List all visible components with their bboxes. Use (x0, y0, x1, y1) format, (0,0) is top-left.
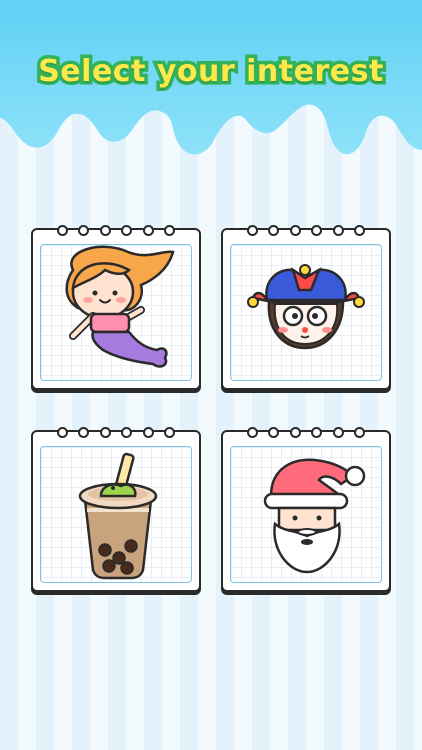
bubble-tea-icon (78, 452, 158, 580)
interest-card-santa[interactable] (221, 427, 391, 592)
jester-icon (247, 264, 365, 350)
header-drip (0, 0, 422, 155)
interest-card-jester[interactable] (221, 225, 391, 390)
interest-card-bubble-tea[interactable] (31, 427, 201, 592)
santa-icon (263, 458, 366, 574)
page-title: Select your interest (35, 51, 387, 93)
interest-card-mermaid[interactable] (31, 225, 201, 390)
mermaid-icon (65, 245, 175, 368)
